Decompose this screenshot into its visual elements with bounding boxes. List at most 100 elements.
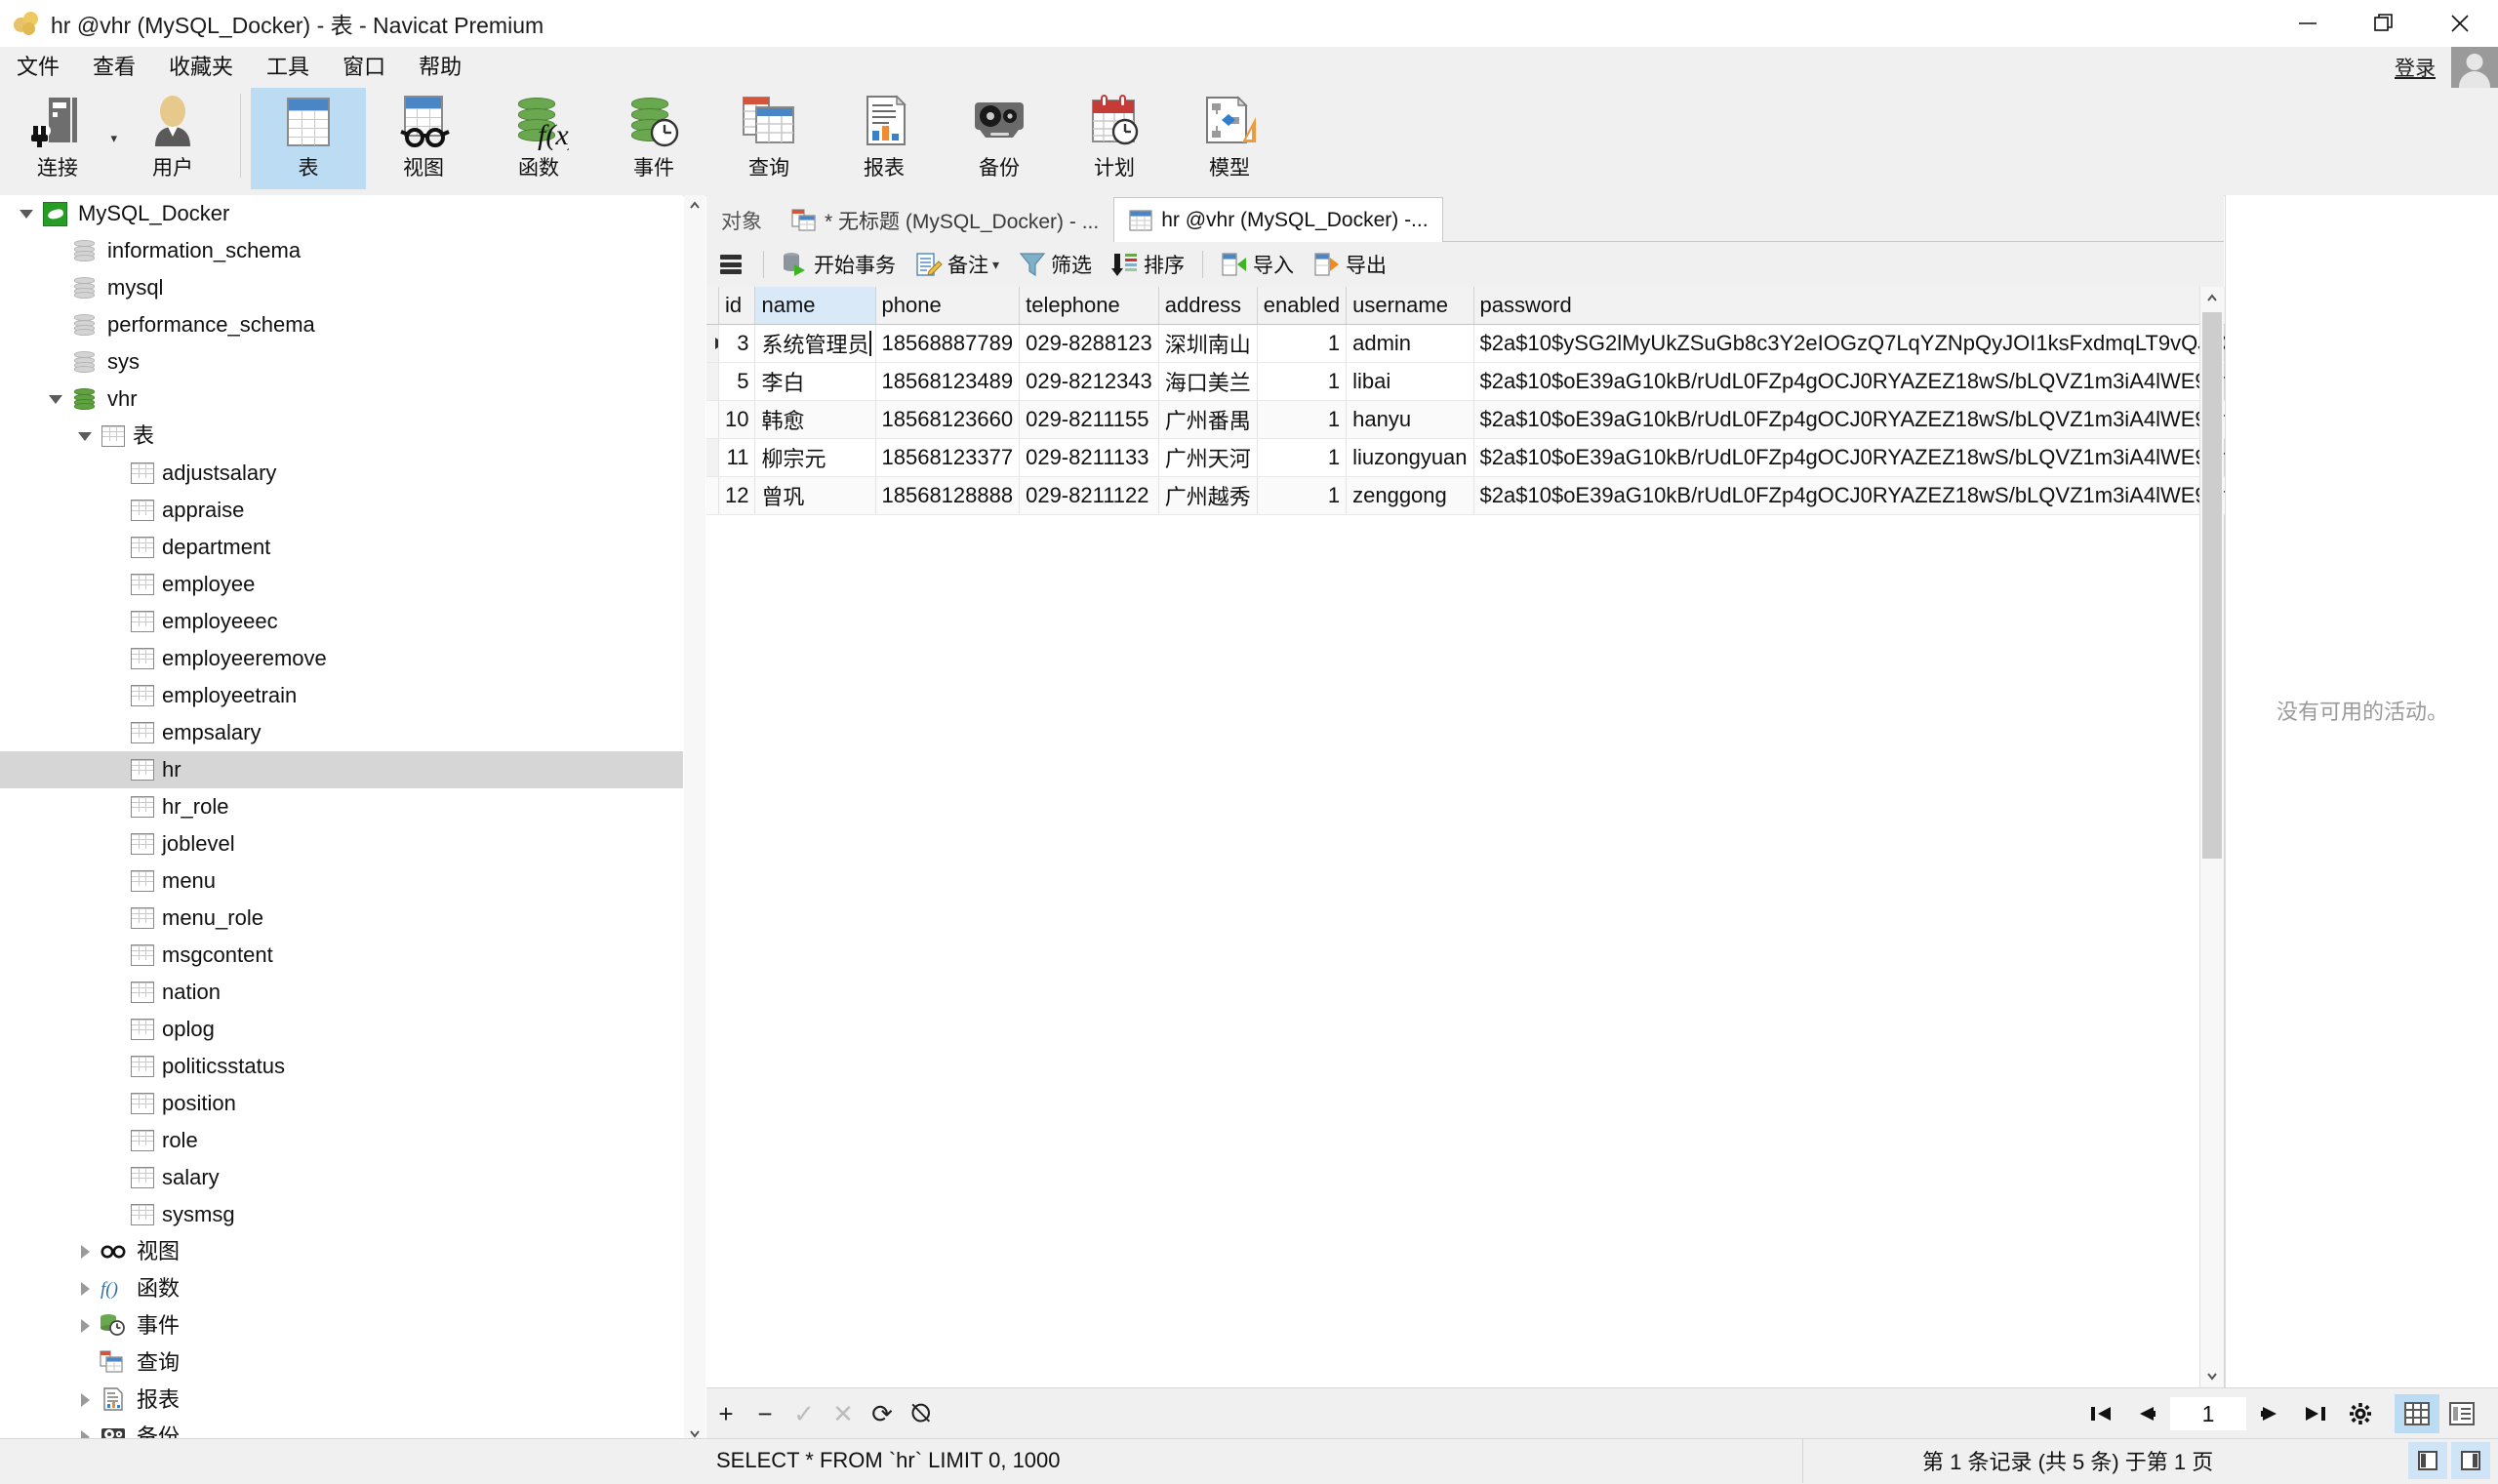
refresh-button[interactable]: ⟳ [863,1392,902,1435]
tree-item-information_schema[interactable]: information_schema [0,232,683,269]
maximize-restore-button[interactable] [2346,0,2422,47]
cell-name[interactable]: 系统管理员 [754,324,876,363]
tree-item-empsalary[interactable]: empsalary [0,714,683,751]
cell-address[interactable]: 广州越秀 [1158,476,1258,515]
toggle-right-panel-icon[interactable] [2451,1442,2490,1479]
toolbar-button-connection[interactable]: ▾ 连接 [0,88,117,189]
cell-password[interactable]: $2a$10$oE39aG10kB/rUdL0FZp4gOCJ0RYAZEZ18… [1473,362,2244,401]
cell-enabled[interactable]: 1 [1257,400,1348,439]
menu-tools[interactable]: 工具 [250,47,326,88]
cell-name[interactable]: 韩愈 [754,400,876,439]
page-number-input[interactable]: 1 [2170,1397,2246,1430]
prev-page-icon[interactable] [2123,1392,2168,1435]
tree-item-视图[interactable]: 视图 [0,1233,683,1270]
add-record-button[interactable]: + [706,1392,745,1435]
cell-telephone[interactable]: 029-8211122 [1019,476,1159,515]
tree-toggle[interactable] [70,1319,100,1333]
last-page-icon[interactable] [2293,1392,2338,1435]
toolbar-button-table[interactable]: 表 [251,88,366,189]
cell-username[interactable]: libai [1346,362,1474,401]
cell-enabled[interactable]: 1 [1257,362,1348,401]
tree-item-sys[interactable]: sys [0,343,683,381]
column-header-id[interactable]: id [718,287,756,325]
user-avatar-icon[interactable] [2451,47,2498,88]
tree-item-vhr[interactable]: vhr [0,381,683,418]
toolbar-button-user[interactable]: 用户 [115,88,230,189]
cell-username[interactable]: hanyu [1346,400,1474,439]
row-selector[interactable] [706,476,719,515]
first-page-icon[interactable] [2078,1392,2123,1435]
tree-item-menu_role[interactable]: menu_role [0,900,683,937]
tree-item-employee[interactable]: employee [0,566,683,603]
tree-item-报表[interactable]: 报表 [0,1382,683,1419]
column-header-enabled[interactable]: enabled [1257,287,1348,325]
cell-phone[interactable]: 18568123489 [875,362,1021,401]
row-selector[interactable] [706,400,719,439]
form-view-icon[interactable] [2439,1394,2484,1433]
tree-item-nation[interactable]: nation [0,974,683,1011]
cell-telephone[interactable]: 029-8288123 [1019,324,1159,363]
menu-window[interactable]: 窗口 [326,47,402,88]
tree-item-salary[interactable]: salary [0,1159,683,1196]
tab-objects[interactable]: 对象 [706,197,777,242]
tree-item-employeeremove[interactable]: employeeremove [0,640,683,677]
cell-phone[interactable]: 18568123377 [875,438,1021,477]
gear-icon[interactable] [2338,1392,2383,1435]
tree-item-department[interactable]: department [0,529,683,566]
tab-untitled-query[interactable]: * 无标题 (MySQL_Docker) - ... [777,197,1113,242]
toolbar-button-event[interactable]: 事件 [596,88,711,189]
tree-item-appraise[interactable]: appraise [0,492,683,529]
menu-favorites[interactable]: 收藏夹 [152,47,250,88]
tree-item-mysql[interactable]: mysql [0,269,683,306]
cell-username[interactable]: liuzongyuan [1346,438,1474,477]
tree-item-role[interactable]: role [0,1122,683,1159]
cell-id[interactable]: 11 [718,438,756,477]
filter-button[interactable]: 筛选 [1009,245,1102,284]
cell-address[interactable]: 广州番禺 [1158,400,1258,439]
chevron-down-icon[interactable] [78,431,92,441]
chevron-right-icon[interactable] [80,1319,90,1333]
cell-phone[interactable]: 18568887789 [875,324,1021,363]
cell-enabled[interactable]: 1 [1257,324,1348,363]
apply-changes-button[interactable]: ✓ [785,1392,824,1435]
cell-telephone[interactable]: 029-8211155 [1019,400,1159,439]
tree-item-oplog[interactable]: oplog [0,1011,683,1048]
cell-telephone[interactable]: 029-8211133 [1019,438,1159,477]
toolbar-button-view[interactable]: 视图 [366,88,481,189]
cell-password[interactable]: $2a$10$oE39aG10kB/rUdL0FZp4gOCJ0RYAZEZ18… [1473,476,2244,515]
delete-record-button[interactable]: − [745,1392,785,1435]
scroll-up-icon[interactable] [684,195,705,217]
tree-item-hr_role[interactable]: hr_role [0,788,683,825]
column-header-name[interactable]: name [754,287,876,325]
tree-item-joblevel[interactable]: joblevel [0,825,683,862]
begin-transaction-button[interactable]: 开始事务 [772,245,906,284]
tree-item-politicsstatus[interactable]: politicsstatus [0,1048,683,1085]
cell-address[interactable]: 深圳南山 [1158,324,1258,363]
tree-toggle[interactable] [41,394,70,404]
minimize-button[interactable] [2270,0,2346,47]
sort-button[interactable]: 排序 [1102,245,1194,284]
cell-password[interactable]: $2a$10$oE39aG10kB/rUdL0FZp4gOCJ0RYAZEZ18… [1473,400,2244,439]
cell-name[interactable]: 曾巩 [754,476,876,515]
toggle-left-panel-icon[interactable] [2408,1442,2447,1479]
toolbar-button-schedule[interactable]: 计划 [1057,88,1172,189]
tree-item-menu[interactable]: menu [0,862,683,900]
column-header-username[interactable]: username [1346,287,1474,325]
scroll-down-icon[interactable] [2200,1364,2224,1387]
export-button[interactable]: 导出 [1304,245,1396,284]
tree-toggle[interactable] [70,1393,100,1407]
close-button[interactable] [2422,0,2498,47]
column-header-telephone[interactable]: telephone [1019,287,1159,325]
cell-password[interactable]: $2a$10$ySG2lMyUkZSuGb8c3Y2eIOGzQ7LqYZNpQ… [1473,324,2244,363]
row-selector[interactable] [706,438,719,477]
column-header-address[interactable]: address [1158,287,1258,325]
tree-item-employeetrain[interactable]: employeetrain [0,677,683,714]
tree-item-position[interactable]: position [0,1085,683,1122]
login-link[interactable]: 登录 [2395,53,2436,82]
cell-id[interactable]: 12 [718,476,756,515]
tree-toggle[interactable] [12,209,41,219]
cell-id[interactable]: 10 [718,400,756,439]
tree-item-adjustsalary[interactable]: adjustsalary [0,455,683,492]
cell-id[interactable]: 3 [718,324,756,363]
chevron-right-icon[interactable] [80,1282,90,1296]
